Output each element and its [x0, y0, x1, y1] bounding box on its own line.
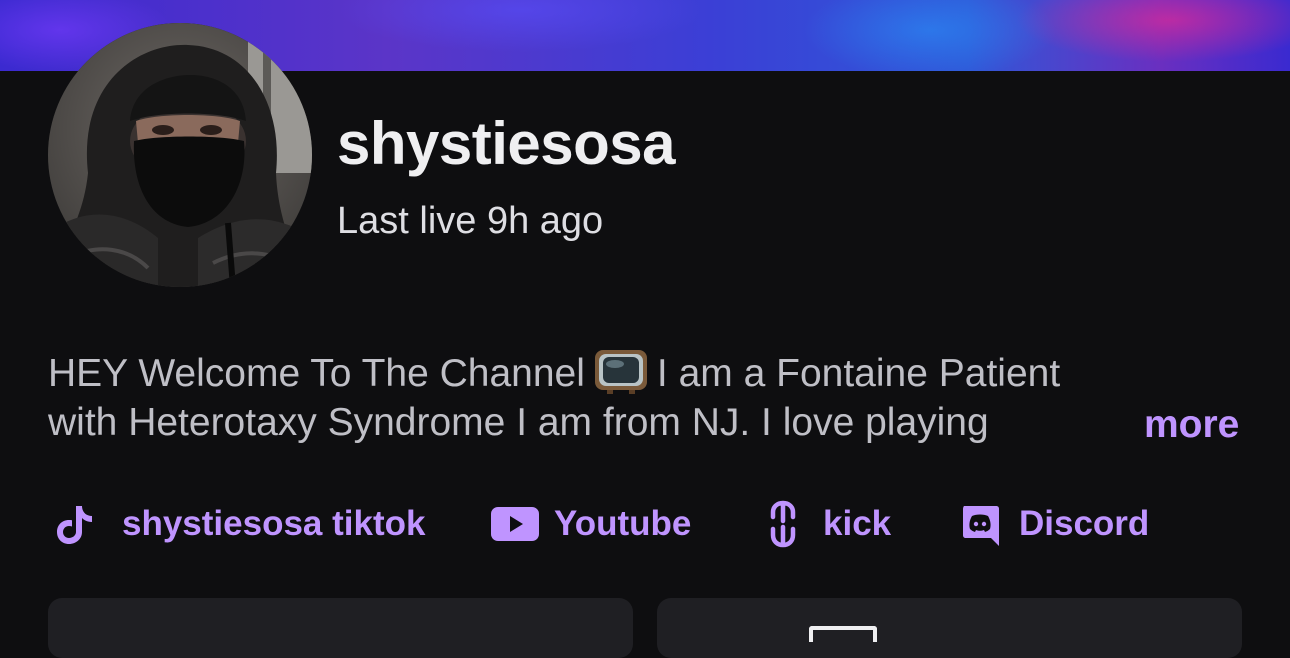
social-link-label: shystiesosa tiktok [122, 504, 426, 543]
bio-text-part1: HEY Welcome To The Channel [48, 352, 585, 395]
social-link-discord[interactable]: Discord [959, 498, 1149, 550]
link-icon [765, 498, 801, 550]
panel-card-right[interactable] [657, 598, 1242, 658]
social-link-tiktok[interactable]: shystiesosa tiktok [52, 498, 425, 550]
bio-fade-overlay [1078, 400, 1144, 450]
bio-text-part2: I am a Fontaine Patient [656, 352, 1061, 395]
bio-text-line2: with Heterotaxy Syndrome I am from NJ. I… [48, 401, 989, 444]
panel-card-left[interactable] [48, 598, 633, 658]
social-link-label: kick [823, 504, 892, 543]
avatar[interactable] [48, 23, 312, 287]
discord-icon [959, 498, 1001, 550]
social-link-youtube[interactable]: Youtube [490, 498, 691, 550]
bio-more-button[interactable]: more [1138, 400, 1240, 450]
television-emoji-icon [593, 348, 649, 394]
social-link-label: Youtube [554, 504, 692, 543]
social-links: shystiesosa tiktok Youtube kick Discord [52, 498, 1252, 550]
social-link-kick[interactable]: kick [765, 498, 891, 550]
last-live-status: Last live 9h ago [337, 200, 604, 242]
tiktok-icon [52, 498, 96, 550]
panel-image-icon [809, 626, 877, 642]
channel-username: shystiesosa [337, 110, 676, 177]
social-link-label: Discord [1019, 504, 1150, 543]
youtube-icon [490, 498, 540, 550]
